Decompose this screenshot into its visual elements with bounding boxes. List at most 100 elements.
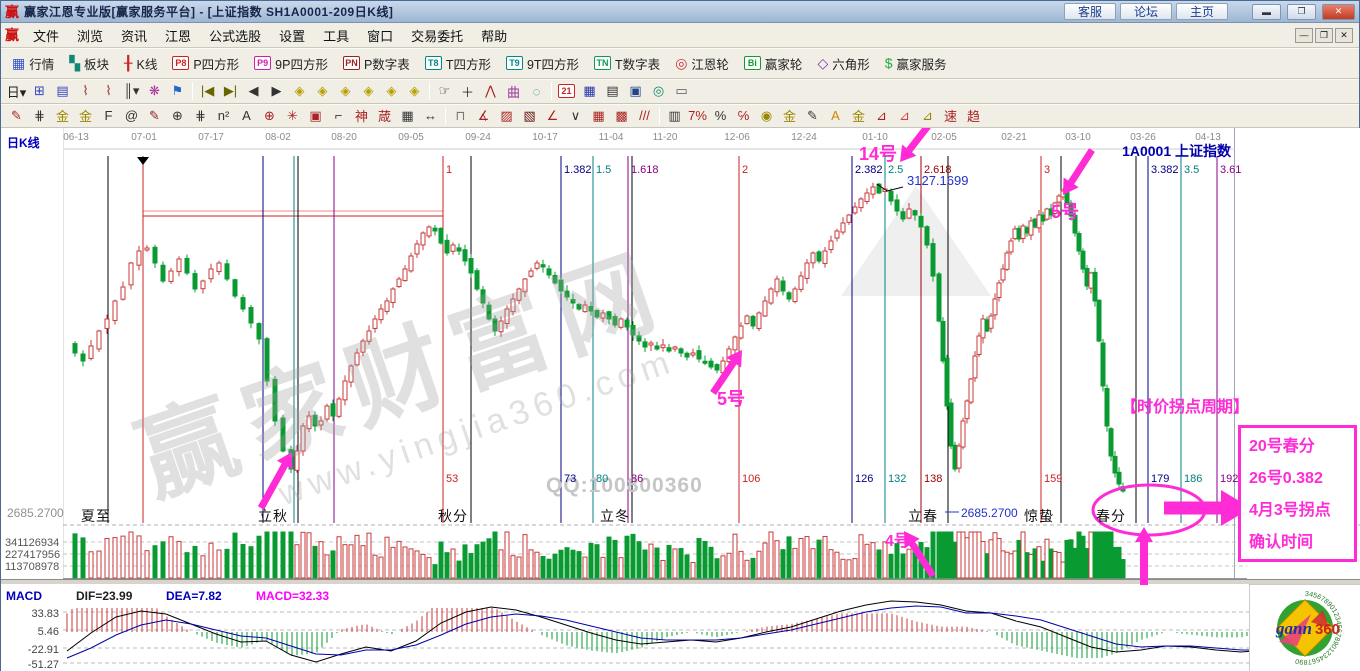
toolbar-t-table-button[interactable]: TNT数字表: [587, 51, 667, 76]
tool-zhen-tool-icon[interactable]: 葴: [373, 105, 396, 126]
toolbar-kline-button[interactable]: ╂K线: [117, 51, 164, 76]
tool-net-tool-icon[interactable]: ◎: [647, 81, 670, 102]
tool-gold-line-icon[interactable]: 金: [778, 105, 801, 126]
tool-notebook-icon[interactable]: ▤: [601, 81, 624, 102]
tool-angle-lines-icon[interactable]: ∠: [541, 105, 564, 126]
tool-grid-tool-icon[interactable]: ⋕: [28, 105, 51, 126]
tool-zixun-window-icon[interactable]: ⊞: [28, 81, 51, 102]
tool-percent-line-icon[interactable]: ℅: [732, 105, 755, 126]
tool-dense-grid-icon[interactable]: ⋕: [189, 105, 212, 126]
titlebar-home-button[interactable]: 主页: [1176, 3, 1228, 20]
tool-a-gold-icon[interactable]: A: [824, 105, 847, 126]
tool-gold-grid-1-icon[interactable]: 金: [51, 105, 74, 126]
close-button[interactable]: ✕: [1322, 4, 1355, 20]
tool-compress-x-icon[interactable]: ◈: [403, 81, 426, 102]
tool-square-star-icon[interactable]: ▣: [304, 105, 327, 126]
tool-n-square-icon[interactable]: n²: [212, 105, 235, 126]
tool-last-page-icon[interactable]: ▶|: [219, 81, 242, 102]
tool-save-disk-icon[interactable]: ▣: [624, 81, 647, 102]
tool-purple-tool-icon[interactable]: 曲: [502, 81, 525, 102]
mdi-restore-button[interactable]: ❐: [1315, 28, 1333, 43]
tool-teal-tool-icon[interactable]: ◌: [525, 81, 548, 102]
tool-gold-2-icon[interactable]: 金: [847, 105, 870, 126]
tool-column-percent-icon[interactable]: ▥: [663, 105, 686, 126]
tool-expand-x-icon[interactable]: ◈: [380, 81, 403, 102]
tool-wave-3-icon[interactable]: ⌇: [74, 81, 97, 102]
menu-item-1[interactable]: 浏览: [68, 23, 112, 48]
tool-shift-left-icon[interactable]: ◈: [288, 81, 311, 102]
tool-pattern-flower-icon[interactable]: ❋: [143, 81, 166, 102]
tool-width-measure-icon[interactable]: ↔: [419, 105, 442, 126]
tool-slash-lines-icon[interactable]: ///: [633, 105, 656, 126]
toolbar-9p-square-button[interactable]: P99P四方形: [247, 51, 335, 76]
toolbar-hangqing-button[interactable]: ▦行情: [5, 51, 61, 76]
tool-pen-2-icon[interactable]: ✎: [143, 105, 166, 126]
tool-zoom-in-icon[interactable]: ◈: [334, 81, 357, 102]
tool-crosshair-icon[interactable]: ＋: [456, 81, 479, 102]
toolbar-p-table-button[interactable]: PNP数字表: [336, 51, 417, 76]
toolbar-9t-square-button[interactable]: T99T四方形: [499, 51, 586, 76]
tool-v-lines-icon[interactable]: ∨: [564, 105, 587, 126]
menu-item-6[interactable]: 工具: [314, 23, 358, 48]
tool-hand-drag-icon[interactable]: ☞: [433, 81, 456, 102]
menu-item-4[interactable]: 公式选股: [200, 23, 270, 48]
tool-shen-tool-icon[interactable]: 神: [350, 105, 373, 126]
tool-next-bar-icon[interactable]: ▶: [265, 81, 288, 102]
tool-gold-circle-icon[interactable]: ◉: [755, 105, 778, 126]
tool-gann-fan-icon[interactable]: ∡: [472, 105, 495, 126]
titlebar-forum-button[interactable]: 论坛: [1120, 3, 1172, 20]
menu-item-7[interactable]: 窗口: [358, 23, 402, 48]
tool-ruler-grid-icon[interactable]: ▦: [396, 105, 419, 126]
menu-item-5[interactable]: 设置: [270, 23, 314, 48]
tool-pen-red-icon[interactable]: ✎: [5, 105, 28, 126]
tool-trend-angle-icon[interactable]: 趋: [962, 105, 985, 126]
tool-printer-icon[interactable]: ▭: [670, 81, 693, 102]
tool-a-tool-icon[interactable]: A: [235, 105, 258, 126]
tool-spiral-tool-icon[interactable]: @: [120, 105, 143, 126]
menu-item-9[interactable]: 帮助: [472, 23, 516, 48]
toolbar-winner-wheel-button[interactable]: Bi赢家轮: [737, 51, 810, 76]
menu-item-0[interactable]: 文件: [24, 23, 68, 48]
tool-frame-tool-icon[interactable]: ⊓: [449, 105, 472, 126]
tool-star-circle-icon[interactable]: ✳: [281, 105, 304, 126]
tool-speed-angle-icon[interactable]: 速: [939, 105, 962, 126]
tool-circle-grid-icon[interactable]: ⊕: [166, 105, 189, 126]
tool-candle-style-icon[interactable]: ║▾: [120, 81, 143, 102]
toolbar-p-square-button[interactable]: P8P四方形: [165, 51, 246, 76]
tool-grid-red-icon[interactable]: ▦: [587, 105, 610, 126]
menu-item-8[interactable]: 交易委托: [402, 23, 472, 48]
tool-gold-angle-icon[interactable]: ⊿: [916, 105, 939, 126]
tool-prev-bar-icon[interactable]: ◀: [242, 81, 265, 102]
tool-first-page-icon[interactable]: |◀: [196, 81, 219, 102]
tool-flag-marker-icon[interactable]: ⚑: [166, 81, 189, 102]
toolbar-bankuai-button[interactable]: ▚板块: [62, 51, 116, 76]
tool-fan-box-icon[interactable]: ▨: [495, 105, 518, 126]
tool-gann-circle-icon[interactable]: ⊕: [258, 105, 281, 126]
tool-grid-box-icon[interactable]: ▩: [610, 105, 633, 126]
tool-info-panel-icon[interactable]: ▤: [51, 81, 74, 102]
tool-measure-line-icon[interactable]: ⋀: [479, 81, 502, 102]
toolbar-winner-service-button[interactable]: $赢家服务: [878, 51, 954, 76]
tool-j-angle-icon[interactable]: ⊿: [870, 105, 893, 126]
toolbar-gann-wheel-button[interactable]: ◎江恩轮: [668, 51, 736, 76]
tool-wave-9-icon[interactable]: ⌇: [97, 81, 120, 102]
tool-pen-3-icon[interactable]: ✎: [801, 105, 824, 126]
restore-button[interactable]: ❐: [1287, 4, 1316, 20]
menu-item-3[interactable]: 江恩: [156, 23, 200, 48]
tool-calendar-icon[interactable]: 21: [555, 81, 578, 102]
tool-bracket-tool-icon[interactable]: ⌐: [327, 105, 350, 126]
tool-f-grid-icon[interactable]: F: [97, 105, 120, 126]
tool-f-angle-icon[interactable]: ⊿: [893, 105, 916, 126]
toolbar-t-square-button[interactable]: T8T四方形: [418, 51, 498, 76]
chart-canvas[interactable]: 赢家财富网 www.yingjia360.com QQ:100800360 06…: [1, 128, 1360, 671]
tool-zoom-out-icon[interactable]: ◈: [357, 81, 380, 102]
tool-shift-right-icon[interactable]: ◈: [311, 81, 334, 102]
tool-fan-box-dark-icon[interactable]: ▧: [518, 105, 541, 126]
mdi-close-button[interactable]: ✕: [1335, 28, 1353, 43]
titlebar-kefu-button[interactable]: 客服: [1064, 3, 1116, 20]
tool-percent-red-icon[interactable]: 7%: [686, 105, 709, 126]
menu-item-2[interactable]: 资讯: [112, 23, 156, 48]
mdi-minimize-button[interactable]: —: [1295, 28, 1313, 43]
tool-gold-grid-2-icon[interactable]: 金: [74, 105, 97, 126]
tool-percent-icon[interactable]: %: [709, 105, 732, 126]
